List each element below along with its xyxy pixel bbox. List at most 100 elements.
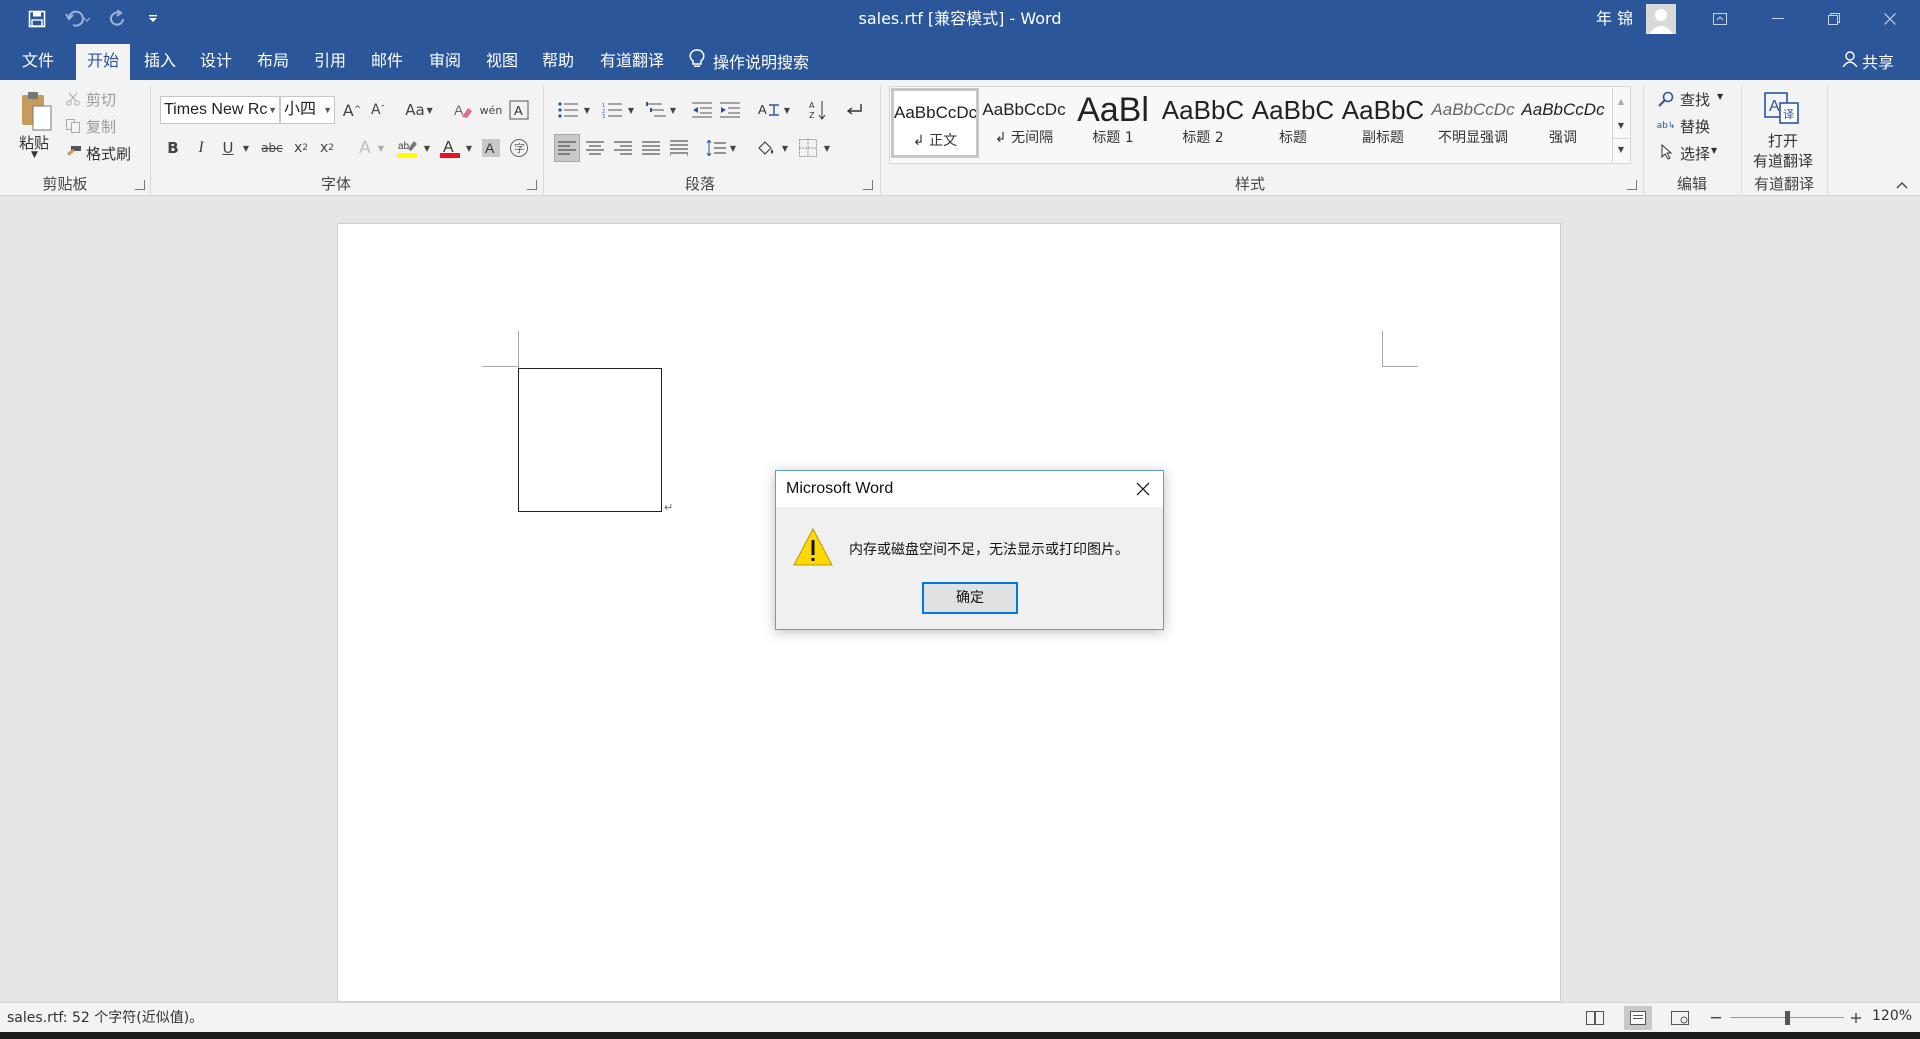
image-placeholder[interactable] [518,368,662,512]
zoom-in-icon[interactable] [1848,1008,1864,1028]
tab-youdao[interactable]: 有道翻译 [596,44,668,80]
text-effects-icon[interactable]: A [354,136,376,160]
style-normal[interactable]: AaBbCcDc ↲ 正文 [891,88,979,158]
tab-insert[interactable]: 插入 [137,44,183,80]
tab-mailings[interactable]: 邮件 [364,44,410,80]
chevron-down-icon[interactable]: ▼ [668,98,678,122]
share-button[interactable]: 共享 [1842,44,1894,78]
italic-icon[interactable]: I [191,136,211,160]
style-no-spacing[interactable]: AaBbCcDc ↲ 无间隔 [980,88,1068,158]
avatar[interactable] [1646,4,1676,34]
align-right-icon[interactable] [611,136,635,160]
scroll-down-icon[interactable]: ▼ [1613,114,1629,136]
underline-icon[interactable]: U [218,136,238,160]
chevron-down-icon[interactable]: ▼ [582,98,592,122]
bold-icon[interactable]: B [163,136,183,160]
style-heading-2[interactable]: AaBbC 标题 2 [1159,88,1247,158]
cut-button[interactable]: 剪切 [86,89,116,110]
bullets-icon[interactable] [556,98,580,122]
chevron-down-icon[interactable]: ▼ [1717,92,1723,101]
tab-layout[interactable]: 布局 [250,44,296,80]
format-painter-button[interactable]: 格式刷 [86,143,131,164]
font-launcher-icon[interactable] [527,180,537,190]
align-left-icon[interactable] [554,134,580,162]
paste-dropdown-icon[interactable]: ▼ [31,150,38,160]
minimize-icon[interactable] [1750,0,1806,38]
undo-icon[interactable] [60,0,96,38]
chevron-down-icon[interactable]: ▼ [782,98,792,122]
align-center-icon[interactable] [583,136,607,160]
save-icon[interactable] [22,0,52,38]
font-size-box[interactable]: 小四 ▼ [280,96,335,124]
chevron-down-icon[interactable]: ▼ [1711,146,1717,155]
copy-button[interactable]: 复制 [86,116,116,137]
enclose-characters-icon[interactable]: 字 [508,136,530,160]
customize-qat-icon[interactable] [142,0,164,38]
paste-icon[interactable] [16,86,56,136]
dialog-titlebar[interactable]: Microsoft Word [776,471,1163,507]
style-heading-1[interactable]: AaBl 标题 1 [1069,88,1157,158]
numbering-icon[interactable]: 123 [600,98,624,122]
translate-icon[interactable]: A译 [1764,88,1800,128]
word-count-status[interactable]: sales.rtf: 52 个字符(近似值)。 [7,1003,203,1033]
style-subtitle[interactable]: AaBbC 副标题 [1339,88,1427,158]
shading-icon[interactable] [754,136,778,160]
distributed-icon[interactable] [667,136,691,160]
find-button[interactable]: 查找 [1680,89,1710,110]
phonetic-guide-icon[interactable]: wén [480,98,503,122]
justify-icon[interactable] [639,136,663,160]
character-shading-icon[interactable]: A [480,136,502,160]
read-mode-icon[interactable] [1583,1008,1607,1028]
highlight-icon[interactable]: ab [394,134,420,162]
sort-icon[interactable]: AZ [806,98,830,122]
chevron-down-icon[interactable]: ▼ [822,136,832,160]
tab-file[interactable]: 文件 [14,44,62,80]
print-layout-icon[interactable] [1624,1006,1652,1030]
font-color-icon[interactable]: A [438,134,462,162]
open-translate-line1[interactable]: 打开 [1768,130,1798,151]
tab-references[interactable]: 引用 [307,44,353,80]
decrease-indent-icon[interactable] [690,98,714,122]
scroll-up-icon[interactable]: ▲ [1613,90,1629,112]
chevron-down-icon[interactable]: ▼ [268,97,277,123]
tab-design[interactable]: 设计 [193,44,239,80]
chevron-down-icon[interactable]: ▼ [240,136,252,160]
close-icon[interactable] [1862,0,1918,38]
chevron-down-icon[interactable]: ▼ [323,97,332,123]
zoom-level[interactable]: 120% [1872,1008,1912,1024]
multilevel-list-icon[interactable] [644,98,668,122]
paragraph-launcher-icon[interactable] [863,180,873,190]
font-name-box[interactable]: Times New Rc ▼ [160,96,280,124]
close-icon[interactable] [1129,475,1157,503]
chevron-down-icon[interactable]: ▼ [422,136,432,160]
styles-more-icon[interactable]: ▼ [1613,138,1629,160]
superscript-icon[interactable]: x2 [316,136,338,160]
increase-indent-icon[interactable] [718,98,742,122]
restore-icon[interactable] [1806,0,1862,38]
web-layout-icon[interactable] [1668,1008,1692,1028]
style-emphasis[interactable]: AaBbCcDc 强调 [1519,88,1607,158]
strikethrough-icon[interactable]: abc [258,136,286,160]
subscript-icon[interactable]: x2 [290,136,312,160]
clipboard-launcher-icon[interactable] [135,180,145,190]
character-border-icon[interactable]: A [508,98,530,122]
shrink-font-icon[interactable]: Aˇ [368,98,388,122]
tab-home[interactable]: 开始 [76,44,130,80]
zoom-slider-thumb[interactable] [1785,1011,1790,1025]
chevron-down-icon[interactable]: ▼ [728,136,738,160]
redo-icon[interactable] [104,0,132,38]
ribbon-display-icon[interactable] [1692,0,1748,38]
replace-button[interactable]: 替换 [1680,116,1710,137]
chinese-layout-icon[interactable]: A [756,98,784,122]
style-subtle-emphasis[interactable]: AaBbCcDc 不明显强调 [1429,88,1517,158]
chevron-down-icon[interactable]: ▼ [780,136,790,160]
chevron-down-icon[interactable]: ▼ [626,98,636,122]
zoom-out-icon[interactable] [1708,1008,1724,1028]
chevron-down-icon[interactable]: ▼ [376,136,386,160]
tab-view[interactable]: 视图 [479,44,525,80]
user-name[interactable]: 年 锦 [1596,0,1633,38]
open-translate-line2[interactable]: 有道翻译 [1753,150,1813,171]
ok-button[interactable]: 确定 [922,582,1018,614]
styles-launcher-icon[interactable] [1627,180,1637,190]
select-button[interactable]: 选择 [1680,143,1710,164]
